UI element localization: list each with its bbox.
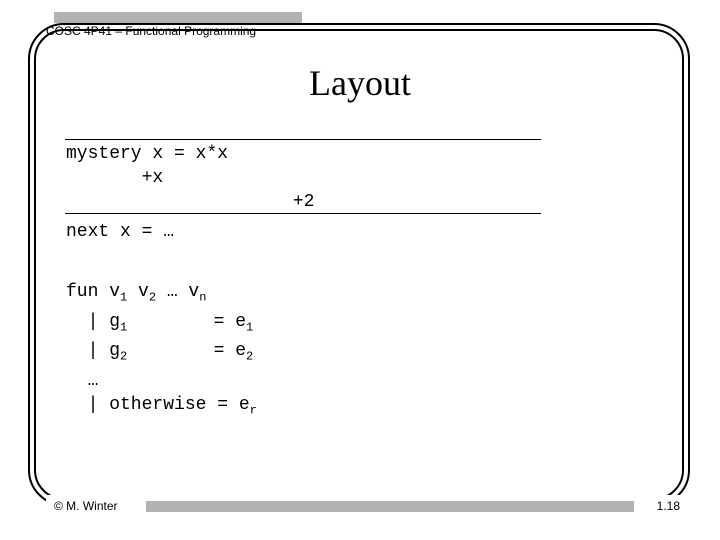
code-block-2: fun v1 v2 … vn | g1 = e1 | g2 = e2 … | o… xyxy=(66,280,257,422)
page-number: 1.18 xyxy=(657,499,680,513)
rule-bottom xyxy=(65,213,541,214)
code-line: +2 xyxy=(66,192,314,212)
code-block-1: mystery x = x*x +x +2 xyxy=(66,142,314,214)
slide: COSC 4P41 – Functional Programming Layou… xyxy=(0,0,720,540)
header-bar xyxy=(54,12,302,23)
slide-title: Layout xyxy=(0,62,720,104)
code-line: fun v1 v2 … vn xyxy=(66,282,206,302)
footer-bar xyxy=(146,501,634,512)
author-label: © M. Winter xyxy=(54,499,118,513)
code-line: | g1 = e1 xyxy=(66,312,253,332)
code-line: | g2 = e2 xyxy=(66,341,253,361)
code-block-1b: next x = … xyxy=(66,220,174,244)
code-line: | otherwise = er xyxy=(66,395,257,415)
header: COSC 4P41 – Functional Programming xyxy=(46,12,310,23)
code-line: mystery x = x*x xyxy=(66,144,228,164)
code-line: +x xyxy=(66,168,163,188)
course-label: COSC 4P41 – Functional Programming xyxy=(46,24,256,38)
code-line: … xyxy=(66,371,98,391)
rule-top xyxy=(65,139,541,140)
footer: © M. Winter 1.18 xyxy=(46,495,690,517)
